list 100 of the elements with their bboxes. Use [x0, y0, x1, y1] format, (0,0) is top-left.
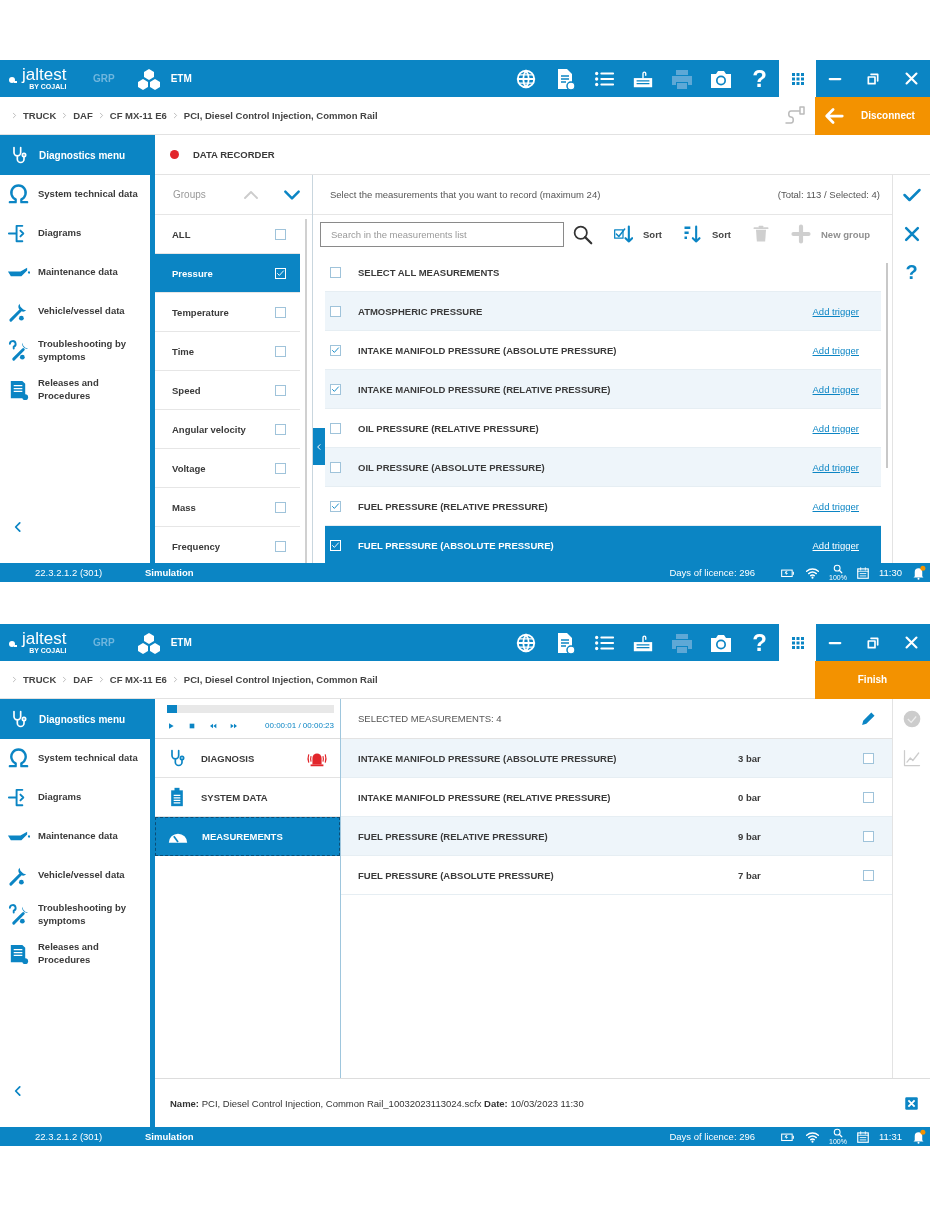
checkbox[interactable]: [275, 462, 286, 474]
sidebar-item[interactable]: Troubleshooting by symptoms: [0, 895, 150, 934]
group-item[interactable]: Speed: [155, 371, 300, 410]
rewind-icon[interactable]: [209, 721, 217, 730]
checkbox[interactable]: [330, 500, 341, 512]
checkbox[interactable]: [275, 384, 286, 396]
sidebar-item[interactable]: Vehicle/vessel data: [0, 856, 150, 895]
chevron-right-icon: [10, 111, 19, 120]
checkbox[interactable]: [330, 422, 341, 434]
breadcrumb-item[interactable]: CF MX-11 E6: [109, 110, 167, 121]
scrollbar[interactable]: [885, 263, 888, 468]
sort-icon[interactable]: [682, 224, 702, 244]
totals-text: (Total: 113 / Selected: 4): [777, 189, 880, 200]
collapse-handle[interactable]: [313, 428, 325, 465]
breadcrumb-item[interactable]: PCI, Diesel Control Injection, Common Rail: [183, 110, 378, 121]
globe-icon[interactable]: [514, 631, 537, 654]
add-trigger-link[interactable]: Add trigger: [812, 383, 859, 395]
sidebar-item[interactable]: Releases and Procedures: [0, 934, 150, 973]
bell-icon: [911, 565, 926, 580]
fast-forward-icon[interactable]: [230, 721, 238, 730]
checkbox[interactable]: [275, 423, 286, 435]
measurement-row[interactable]: INTAKE MANIFOLD PRESSURE (RELATIVE PRESSURE) Add trigger: [325, 370, 881, 409]
play-icon[interactable]: [167, 721, 175, 730]
check-circle-icon[interactable]: [901, 708, 922, 729]
search-icon[interactable]: [572, 223, 593, 245]
measurement-name: FUEL PRESSURE (RELATIVE PRESSURE): [358, 830, 549, 842]
group-item[interactable]: Pressure: [155, 254, 300, 293]
measurement-name: INTAKE MANIFOLD PRESSURE (ABSOLUTE PRESSURE): [358, 752, 618, 764]
group-item[interactable]: Voltage: [155, 449, 300, 488]
sidebar-item[interactable]: System technical data: [0, 739, 150, 778]
help-button[interactable]: ?: [740, 64, 779, 93]
checkbox[interactable]: [863, 752, 874, 764]
mode-tab[interactable]: ETM: [170, 637, 192, 648]
breadcrumb-item[interactable]: CF MX-11 E6: [109, 674, 167, 685]
group-item[interactable]: Mass: [155, 488, 300, 527]
sort-alphabetical-button[interactable]: Sort: [682, 224, 731, 244]
checkbox[interactable]: [275, 306, 286, 318]
wifi-icon: [805, 565, 820, 580]
menu-item[interactable]: DIAGNOSIS: [155, 739, 340, 778]
add-trigger-link[interactable]: Add trigger: [812, 461, 859, 473]
add-trigger-link[interactable]: Add trigger: [812, 344, 859, 356]
search-field[interactable]: Search in the measurements list: [320, 221, 564, 247]
breadcrumb-item[interactable]: PCI, Diesel Control Injection, Common Rail: [183, 674, 378, 685]
groups-label: Groups: [173, 189, 207, 200]
breadcrumb-item[interactable]: DAF: [73, 674, 93, 685]
close-icon[interactable]: [902, 634, 920, 651]
group-item[interactable]: Time: [155, 332, 300, 371]
sidebar-header[interactable]: Diagnostics menu: [0, 135, 150, 175]
stop-icon[interactable]: [188, 721, 196, 730]
breadcrumb-item[interactable]: TRUCK: [23, 674, 57, 685]
sidebar-item[interactable]: Maintenance data: [0, 817, 150, 856]
checkbox[interactable]: [863, 791, 874, 803]
sidebar-header[interactable]: Diagnostics menu: [0, 699, 150, 739]
sidebar-item[interactable]: Troubleshooting by symptoms: [0, 331, 150, 370]
checkbox[interactable]: [863, 869, 874, 881]
group-item[interactable]: Temperature: [155, 293, 300, 332]
sidebar-item[interactable]: System technical data: [0, 175, 150, 214]
checkbox[interactable]: [863, 830, 874, 842]
globe-icon[interactable]: [514, 67, 537, 90]
checkbox[interactable]: [275, 540, 286, 552]
checkbox[interactable]: [275, 228, 286, 240]
close-icon[interactable]: [902, 70, 920, 87]
progress-track[interactable]: [167, 705, 334, 713]
sidebar-item[interactable]: Diagrams: [0, 214, 150, 253]
sidebar-item[interactable]: Diagrams: [0, 778, 150, 817]
close-icon[interactable]: [904, 1095, 919, 1111]
sort-checked-button[interactable]: Sort: [613, 224, 662, 244]
checkbox[interactable]: [275, 501, 286, 513]
breadcrumb-item[interactable]: DAF: [73, 110, 93, 121]
group-item[interactable]: Angular velocity: [155, 410, 300, 449]
sidebar-item[interactable]: Releases and Procedures: [0, 370, 150, 409]
wrench-question-icon: [7, 339, 30, 362]
version-text: 22.3.2.1.2 (301): [34, 567, 104, 578]
measurement-name: INTAKE MANIFOLD PRESSURE (RELATIVE PRESSURE): [358, 791, 612, 803]
mode-tab[interactable]: ETM: [170, 73, 192, 84]
checkbox[interactable]: [330, 305, 341, 317]
add-trigger-link[interactable]: Add trigger: [812, 422, 859, 434]
add-trigger-link[interactable]: Add trigger: [812, 500, 859, 512]
checkbox[interactable]: [330, 266, 341, 278]
pencil-icon[interactable]: [860, 710, 877, 727]
add-trigger-link[interactable]: Add trigger: [812, 305, 859, 317]
instruction-text: Select the measurements that you want to record (maximum 24): [330, 189, 601, 200]
add-trigger-link[interactable]: Add trigger: [812, 539, 859, 551]
menu-item[interactable]: MEASUREMENTS: [155, 817, 340, 856]
measurement-row[interactable]: ATMOSPHERIC PRESSURE Add trigger: [325, 292, 881, 331]
wifi-icon: [805, 1129, 820, 1144]
sort-icon[interactable]: [613, 224, 633, 244]
help-button[interactable]: ?: [905, 253, 918, 292]
omega-icon: [7, 183, 30, 206]
sidebar-item[interactable]: Vehicle/vessel data: [0, 292, 150, 331]
checkbox[interactable]: [330, 383, 341, 395]
scrollbar[interactable]: [305, 219, 307, 563]
help-button[interactable]: ?: [740, 628, 779, 657]
measurement-row[interactable]: OIL PRESSURE (ABSOLUTE PRESSURE) Add trigger: [325, 448, 881, 487]
sidebar-item[interactable]: Maintenance data: [0, 253, 150, 292]
breadcrumb-item[interactable]: TRUCK: [23, 110, 57, 121]
checkbox[interactable]: [275, 345, 286, 357]
checkbox[interactable]: [330, 461, 341, 473]
measurement-row[interactable]: FUEL PRESSURE (ABSOLUTE PRESSURE) Add trigger: [325, 526, 881, 563]
checkbox[interactable]: [330, 344, 341, 356]
